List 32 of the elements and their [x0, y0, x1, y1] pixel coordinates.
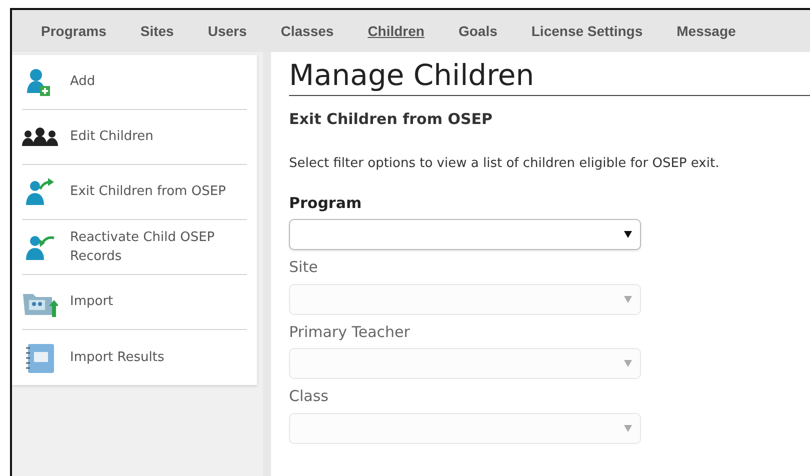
nav-tab[interactable]: Goals	[447, 20, 508, 42]
sidebar-item[interactable]: Edit Children	[22, 110, 247, 165]
field-label: Program	[289, 192, 363, 214]
sidebar-item[interactable]: Reactivate Child OSEP Records	[22, 220, 247, 275]
sidebar-item-label[interactable]: Import Results	[70, 348, 164, 368]
sidebar-item[interactable]: Exit Children from OSEP	[22, 165, 247, 220]
sidebar-item-label[interactable]: Add	[70, 72, 96, 92]
caret-icon	[624, 424, 632, 432]
sidebar-item-label[interactable]: Exit Children from OSEP	[70, 182, 226, 202]
sidebar-item[interactable]: Import	[22, 275, 247, 330]
section-heading: Exit Children from OSEP	[289, 108, 494, 130]
caret-icon	[624, 296, 632, 303]
nav-tab[interactable]: Sites	[129, 20, 185, 42]
sidebar-item-label[interactable]: Reactivate Child OSEP Records	[70, 228, 247, 266]
nav-tab[interactable]: Programs	[30, 20, 118, 42]
field-label: Primary Teacher	[289, 322, 411, 343]
nav-tab[interactable]: Message	[666, 20, 747, 42]
page-title: Manage Children	[289, 58, 810, 96]
sidebar-item-label[interactable]: Import	[70, 292, 114, 312]
sidebar-item[interactable]: Add	[22, 55, 247, 110]
field-label: Class	[289, 386, 330, 408]
caret-icon	[624, 231, 632, 238]
nav-tab[interactable]: License Settings	[520, 20, 654, 42]
dropdown-field[interactable]	[289, 219, 641, 250]
field-label: Site	[289, 257, 319, 278]
sidebar-item[interactable]: Import Results	[22, 330, 247, 385]
caret-icon	[624, 360, 632, 368]
nav-tab[interactable]: Classes	[270, 20, 345, 42]
nav-tab[interactable]: Users	[196, 20, 258, 42]
nav-tab[interactable]: Children	[356, 20, 436, 42]
sidebar-item-label[interactable]: Edit Children	[70, 127, 154, 147]
instructions-text: Select filter options to view a list of children eligible for OSEP exit.	[289, 155, 720, 174]
